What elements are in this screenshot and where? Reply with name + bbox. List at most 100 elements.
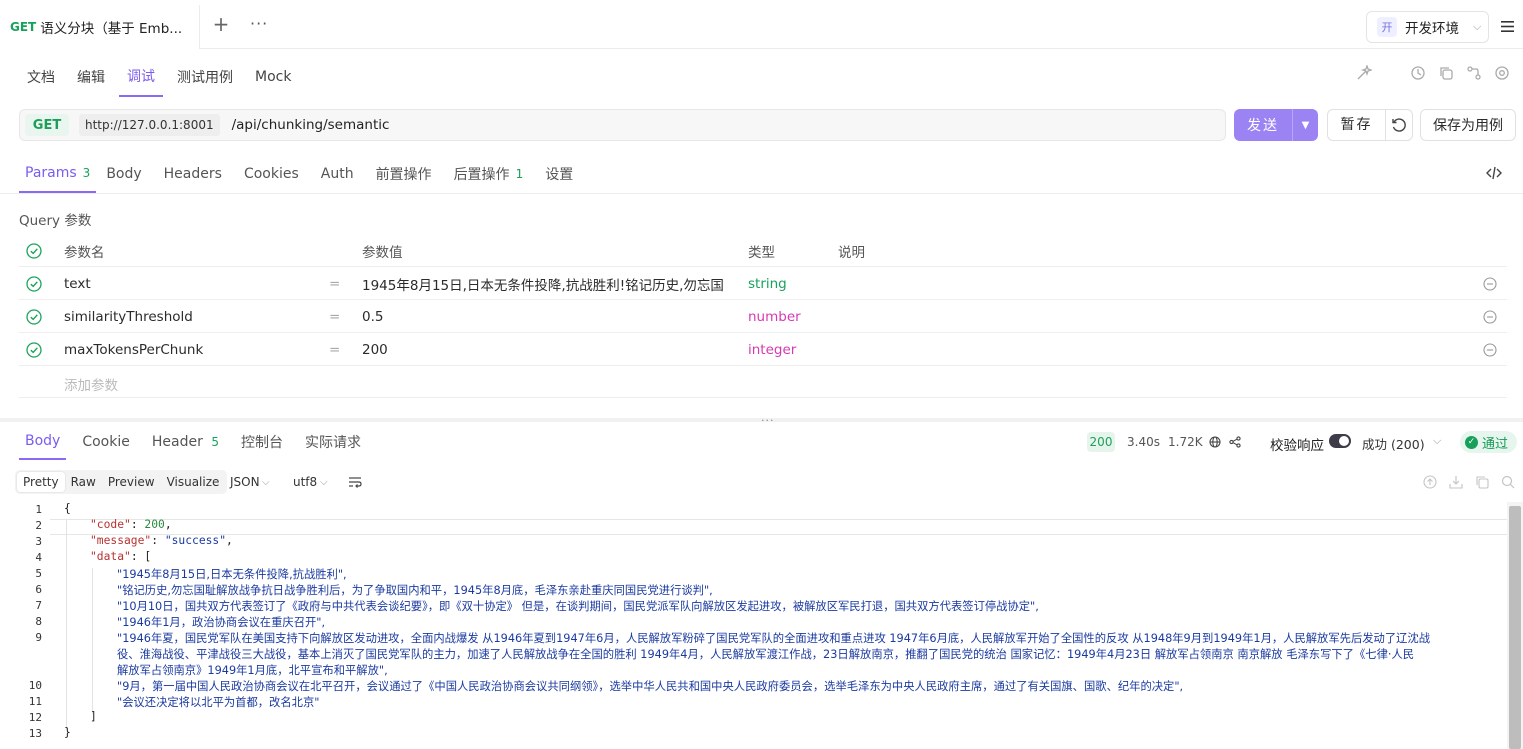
- send-button[interactable]: 发送 ▼: [1234, 109, 1318, 141]
- param-type[interactable]: string: [748, 267, 787, 300]
- method-select[interactable]: GET: [25, 114, 69, 136]
- res-tab-header-label: Header: [151, 434, 203, 450]
- copy-icon[interactable]: [1475, 475, 1489, 489]
- col-type-header: 类型: [748, 244, 775, 261]
- param-type[interactable]: integer: [748, 333, 796, 366]
- line-number: 8: [35, 615, 42, 628]
- line-number: 9: [35, 631, 42, 644]
- url-path-input[interactable]: /api/chunking/semantic: [232, 117, 390, 133]
- send-dropdown-icon[interactable]: ▼: [1292, 109, 1318, 141]
- share-icon[interactable]: [1466, 65, 1482, 81]
- pass-label: 通过: [1482, 436, 1509, 452]
- line-number: 1: [35, 503, 42, 516]
- save-temp-label[interactable]: 暂存: [1328, 110, 1386, 140]
- json-string: "铭记历史,勿忘国耻解放战争抗日战争胜利后，为了争取国内和平，1945年8月底，…: [117, 584, 713, 597]
- response-tabs: Body Cookie Header 5 控制台 实际请求: [19, 424, 361, 460]
- format-select[interactable]: JSON: [230, 475, 260, 489]
- magic-icon[interactable]: [1356, 65, 1372, 81]
- line-number: 4: [35, 551, 42, 564]
- line-number: 6: [35, 583, 42, 596]
- param-type[interactable]: number: [748, 300, 801, 333]
- tab-body[interactable]: Body: [106, 155, 141, 193]
- json-string: "success": [164, 534, 227, 547]
- save-temp-button[interactable]: 暂存: [1327, 109, 1413, 141]
- chevron-down-icon[interactable]: ⌵: [262, 477, 270, 488]
- send-label: 发送: [1247, 118, 1279, 134]
- more-tabs-icon[interactable]: ···: [250, 14, 268, 33]
- settings-icon[interactable]: [1494, 65, 1510, 81]
- subnav-debug[interactable]: 调试: [119, 57, 163, 97]
- remove-param-icon[interactable]: [1483, 300, 1497, 333]
- line-number: 12: [28, 711, 42, 724]
- line-number: 3: [35, 535, 42, 548]
- res-tab-cookie[interactable]: Cookie: [82, 434, 130, 450]
- request-tab-active[interactable]: GET 语义分块（基于 Emb...: [0, 5, 200, 49]
- param-name[interactable]: maxTokensPerChunk: [64, 333, 203, 366]
- view-pretty[interactable]: Pretty: [17, 472, 65, 492]
- param-value[interactable]: 1945年8月15日,日本无条件投降,抗战胜利!铭记历史,勿忘国: [362, 267, 724, 300]
- tab-auth[interactable]: Auth: [321, 155, 354, 193]
- copy-icon[interactable]: [1438, 65, 1454, 81]
- col-desc-header: 说明: [838, 244, 865, 261]
- base-url[interactable]: http://127.0.0.1:8001: [79, 114, 220, 136]
- upload-icon[interactable]: [1423, 475, 1437, 489]
- subnav-mock[interactable]: Mock: [255, 57, 291, 97]
- tab-params-count: 3: [82, 166, 91, 180]
- res-tab-actual-request[interactable]: 实际请求: [305, 432, 361, 452]
- param-name[interactable]: similarityThreshold: [64, 300, 193, 333]
- tab-headers[interactable]: Headers: [164, 155, 222, 193]
- view-visualize[interactable]: Visualize: [161, 472, 226, 492]
- save-as-case-button[interactable]: 保存为用例: [1420, 109, 1516, 141]
- res-tab-body[interactable]: Body: [19, 424, 67, 460]
- url-bar[interactable]: GET http://127.0.0.1:8001 /api/chunking/…: [19, 109, 1226, 141]
- param-enable-checkbox[interactable]: [26, 300, 42, 333]
- drag-handle-icon[interactable]: ···: [761, 414, 775, 427]
- undo-icon[interactable]: [1391, 117, 1407, 133]
- subnav-doc[interactable]: 文档: [27, 57, 55, 97]
- remove-param-icon[interactable]: [1483, 333, 1497, 366]
- line-number: 13: [28, 727, 42, 740]
- subnav-testcases[interactable]: 测试用例: [177, 57, 233, 97]
- code-icon[interactable]: [1486, 166, 1502, 180]
- check-icon: ✓: [1465, 435, 1478, 449]
- line-number: 11: [28, 695, 42, 708]
- view-preview[interactable]: Preview: [102, 472, 161, 492]
- chevron-down-icon[interactable]: ⌵: [320, 477, 328, 488]
- tab-params[interactable]: Params 3: [19, 155, 97, 193]
- globe-icon[interactable]: [1209, 436, 1221, 448]
- param-name[interactable]: text: [64, 267, 91, 300]
- add-tab-button[interactable]: +: [212, 14, 230, 34]
- search-icon[interactable]: [1501, 475, 1515, 489]
- tab-cookies[interactable]: Cookies: [244, 155, 299, 193]
- response-body-code[interactable]: 1 2 3 4 5 6 7 8 9 10 11 12 13 { "code": …: [0, 502, 1507, 749]
- encoding-select[interactable]: utf8: [293, 475, 317, 489]
- download-icon[interactable]: [1449, 475, 1463, 489]
- chevron-down-icon[interactable]: ⌵: [1433, 434, 1441, 448]
- validate-toggle[interactable]: [1329, 434, 1351, 448]
- wrap-icon[interactable]: [348, 476, 362, 488]
- select-all-checkbox[interactable]: [26, 234, 42, 267]
- menu-icon[interactable]: [1501, 21, 1514, 32]
- tab-pre-actions[interactable]: 前置操作: [376, 155, 432, 193]
- res-tab-console[interactable]: 控制台: [241, 432, 283, 452]
- remove-param-icon[interactable]: [1483, 267, 1497, 300]
- validate-status-select[interactable]: 成功 (200): [1362, 434, 1425, 453]
- param-enable-checkbox[interactable]: [26, 267, 42, 300]
- view-raw[interactable]: Raw: [65, 472, 102, 492]
- status-code-badge: 200: [1087, 432, 1115, 452]
- response-size: 1.72K: [1168, 435, 1203, 449]
- param-enable-checkbox[interactable]: [26, 333, 42, 366]
- code-scrollbar-thumb[interactable]: [1509, 506, 1521, 749]
- subnav-edit[interactable]: 编辑: [77, 57, 105, 97]
- environment-select[interactable]: 开 开发环境 ⌵: [1366, 11, 1489, 43]
- param-value[interactable]: 200: [362, 333, 388, 366]
- res-tab-header[interactable]: Header 5: [152, 434, 219, 450]
- share-icon[interactable]: [1229, 436, 1241, 448]
- tab-params-label: Params: [25, 165, 77, 181]
- param-equals: =: [329, 308, 341, 325]
- tab-settings[interactable]: 设置: [545, 155, 573, 193]
- tab-post-actions[interactable]: 后置操作 1: [454, 155, 524, 193]
- param-value[interactable]: 0.5: [362, 300, 383, 333]
- history-icon[interactable]: [1410, 65, 1426, 81]
- add-param-input[interactable]: 添加参数: [64, 374, 118, 394]
